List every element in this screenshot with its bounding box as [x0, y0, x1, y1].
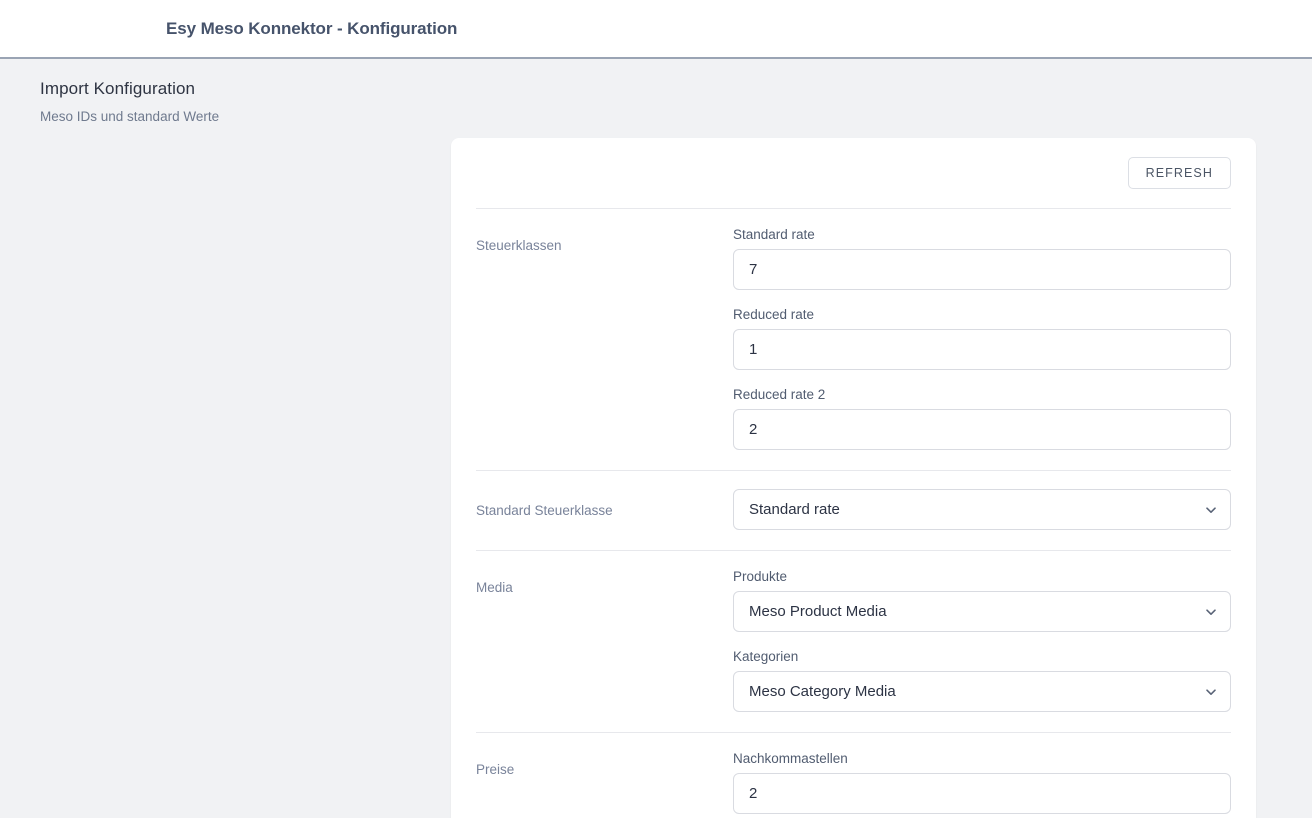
row-label-media: Media — [476, 580, 513, 595]
input-standard-rate[interactable] — [733, 249, 1231, 290]
form-row-preise: Preise Nachkommastellen — [476, 733, 1231, 818]
row-label-steuerklassen: Steuerklassen — [476, 238, 562, 253]
label-nachkommastellen: Nachkommastellen — [733, 751, 848, 766]
row-fields-media: Produkte Meso Product Media Kategorien M… — [733, 569, 1231, 712]
form-row-media: Media Produkte Meso Product Media Katego… — [476, 551, 1231, 733]
field-standard-rate: Standard rate — [733, 227, 1231, 290]
label-produkte: Produkte — [733, 569, 788, 584]
field-reduced-rate-2: Reduced rate 2 — [733, 387, 1231, 450]
configuration-card: REFRESH Steuerklassen Standard rate Redu… — [451, 138, 1256, 818]
field-nachkommastellen: Nachkommastellen — [733, 751, 1231, 814]
label-reduced-rate: Reduced rate — [733, 307, 815, 322]
row-fields-steuerklassen: Standard rate Reduced rate Reduced rate … — [733, 227, 1231, 450]
field-kategorien: Kategorien Meso Category Media — [733, 649, 1231, 712]
section-heading: Import Konfiguration — [40, 79, 196, 98]
section-subheading: Meso IDs und standard Werte — [40, 109, 220, 124]
page-title: Esy Meso Konnektor - Konfiguration — [166, 18, 458, 38]
input-reduced-rate-2[interactable] — [733, 409, 1231, 450]
label-reduced-rate-2: Reduced rate 2 — [733, 387, 826, 402]
form-row-steuerklassen: Steuerklassen Standard rate Reduced rate… — [476, 209, 1231, 471]
row-label-preise: Preise — [476, 762, 515, 777]
app-header: Esy Meso Konnektor - Konfiguration — [0, 0, 1312, 59]
select-standard-steuerklasse[interactable]: Standard rate — [733, 489, 1231, 530]
field-reduced-rate: Reduced rate — [733, 307, 1231, 370]
form-row-standard-steuerklasse: Standard Steuerklasse Standard rate — [476, 471, 1231, 551]
refresh-button[interactable]: REFRESH — [1127, 157, 1231, 189]
field-standard-steuerklasse: Standard rate — [733, 489, 1231, 530]
card-toolbar: REFRESH — [476, 138, 1231, 209]
label-kategorien: Kategorien — [733, 649, 799, 664]
page-body: Import Konfiguration Meso IDs und standa… — [0, 59, 1312, 818]
select-wrap-kategorien: Meso Category Media — [733, 671, 1231, 712]
select-wrap-standard-steuerklasse: Standard rate — [733, 489, 1231, 530]
row-fields-standard-steuerklasse: Standard rate — [733, 489, 1231, 530]
left-description-panel: Import Konfiguration Meso IDs und standa… — [40, 79, 420, 124]
select-kategorien[interactable]: Meso Category Media — [733, 671, 1231, 712]
select-produkte[interactable]: Meso Product Media — [733, 591, 1231, 632]
row-label-standard-steuerklasse: Standard Steuerklasse — [476, 503, 613, 518]
input-nachkommastellen[interactable] — [733, 773, 1231, 814]
input-reduced-rate[interactable] — [733, 329, 1231, 370]
field-produkte: Produkte Meso Product Media — [733, 569, 1231, 632]
select-wrap-produkte: Meso Product Media — [733, 591, 1231, 632]
row-fields-preise: Nachkommastellen — [733, 751, 1231, 814]
label-standard-rate: Standard rate — [733, 227, 815, 242]
